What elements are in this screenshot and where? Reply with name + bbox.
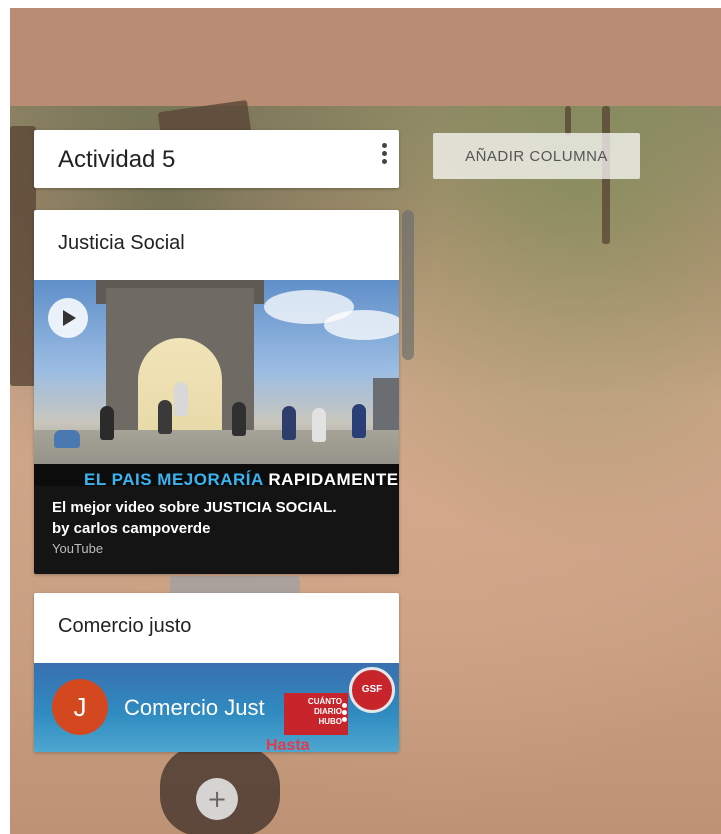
person (158, 400, 172, 434)
play-icon[interactable] (48, 298, 88, 338)
card-title: Justicia Social (58, 232, 185, 254)
more-vert-icon[interactable] (377, 140, 391, 170)
card-title: Comercio justo (58, 615, 192, 637)
card-comercio-justo[interactable]: Comercio justo J Comercio Just CUÁNTO DI… (34, 593, 399, 752)
video-source: YouTube (52, 541, 104, 556)
caption-blue: EL PAIS MEJORARÍA (84, 470, 264, 486)
person (174, 382, 188, 416)
sign-graphic: CUÁNTO DIARIO HUBO (284, 693, 348, 735)
sign-text: CUÁNTO (307, 697, 342, 706)
channel-avatar: J (52, 679, 108, 735)
person (100, 406, 114, 440)
tree-trunk (565, 106, 571, 136)
sign-text: DIARIO (314, 707, 342, 716)
video-info[interactable]: El mejor video sobre JUSTICIA SOCIAL. by… (34, 486, 399, 574)
cooler-box (54, 430, 80, 448)
person (352, 404, 366, 438)
column-title[interactable]: Actividad 5 (58, 146, 175, 174)
person (232, 402, 246, 436)
thumbnail-text: Hasta (266, 737, 310, 752)
person (282, 406, 296, 440)
cloud (324, 310, 399, 340)
person (312, 408, 326, 442)
video-thumbnail[interactable] (34, 280, 399, 483)
card-justicia-social[interactable]: Justicia Social EL PAIS MEJORARÍA RAPIDA… (34, 210, 399, 574)
add-column-button[interactable]: AÑADIR COLUMNA (433, 133, 640, 179)
logo-badge: GSF (349, 667, 395, 713)
more-vert-icon[interactable] (342, 703, 348, 723)
add-card-button[interactable]: + (196, 778, 238, 820)
column-header[interactable]: Actividad 5 (34, 130, 399, 188)
tree-trunk (10, 126, 36, 386)
scrollbar-thumb[interactable] (402, 210, 414, 360)
board-frame: Actividad 5 AÑADIR COLUMNA Justicia Soci… (10, 8, 721, 834)
caption-white: RAPIDAMENTE (263, 470, 399, 486)
video-title[interactable]: El mejor video sobre JUSTICIA SOCIAL. (52, 498, 399, 518)
thumbnail-caption: EL PAIS MEJORARÍA RAPIDAMENTE (34, 464, 399, 486)
video-author: by carlos campoverde (52, 520, 211, 537)
sign-text: HUBO (318, 717, 342, 726)
video-title[interactable]: Comercio Just (124, 695, 265, 721)
video-embed[interactable]: EL PAIS MEJORARÍA RAPIDAMENTE El mejor v… (34, 280, 399, 574)
video-embed[interactable]: J Comercio Just CUÁNTO DIARIO HUBO GSF H… (34, 663, 399, 752)
board-header-band (10, 8, 721, 106)
building (373, 378, 399, 438)
